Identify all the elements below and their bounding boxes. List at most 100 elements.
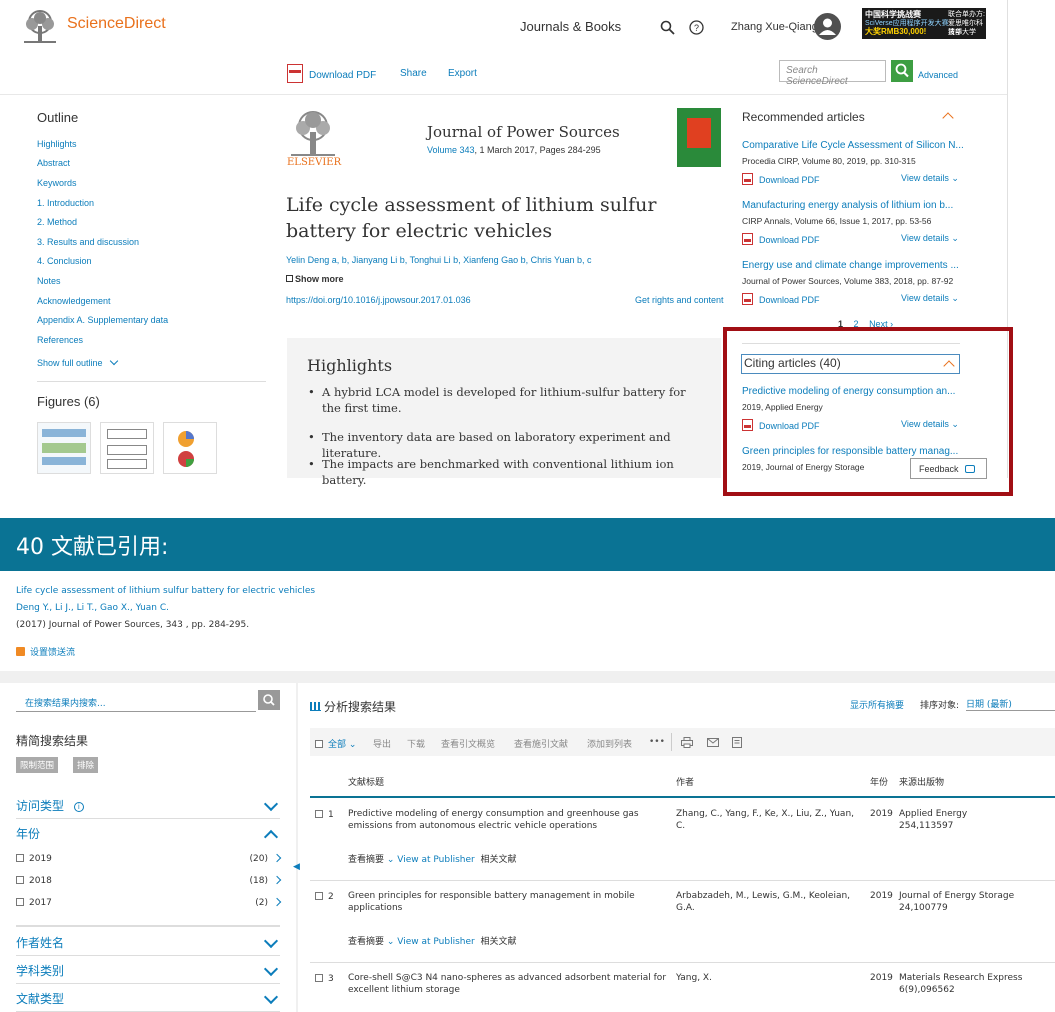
view-details-link[interactable]: View details ⌄ (901, 173, 959, 184)
view-at-publisher-link[interactable]: View at Publisher (397, 855, 474, 865)
set-feed-link[interactable]: 设置馈送流 (16, 645, 75, 658)
show-full-outline-button[interactable]: Show full outline (37, 356, 119, 368)
outline-item[interactable]: Keywords (37, 178, 77, 188)
year-filter-row[interactable]: 2019 (20) (16, 853, 282, 864)
user-name[interactable]: Zhang Xue-Qiang (731, 21, 818, 33)
search-within-input[interactable]: 在搜索结果内搜索... (16, 690, 256, 712)
view-at-publisher-link[interactable]: View at Publisher (397, 937, 474, 947)
result-title[interactable]: Green principles for responsible battery… (348, 890, 668, 914)
outline-item[interactable]: Highlights (37, 139, 77, 149)
chevron-up-icon[interactable] (942, 112, 954, 124)
figure-thumbnail[interactable] (163, 422, 217, 474)
email-icon[interactable] (707, 738, 719, 747)
table-row-checkbox[interactable]: 2 (315, 891, 334, 903)
table-row-checkbox[interactable]: 3 (315, 973, 334, 985)
recommended-article-link[interactable]: Energy use and climate change improvemen… (742, 260, 959, 271)
citing-article-link[interactable]: Predictive modeling of energy consumptio… (742, 386, 955, 397)
outline-item[interactable]: 1. Introduction (37, 198, 94, 208)
facet-year[interactable]: 年份 (16, 825, 280, 847)
download-action[interactable]: 下载 (407, 737, 425, 750)
result-title[interactable]: Core-shell S@C3 N4 nano-spheres as advan… (348, 972, 668, 996)
share-button[interactable]: Share (400, 68, 427, 79)
recommended-article-link[interactable]: Manufacturing energy analysis of lithium… (742, 200, 953, 211)
doi-link[interactable]: https://doi.org/10.1016/j.jpowsour.2017.… (286, 295, 471, 305)
outline-item[interactable]: Appendix A. Supplementary data (37, 315, 168, 325)
download-pdf-link[interactable]: Download PDF (742, 173, 820, 185)
outline-item[interactable]: 4. Conclusion (37, 256, 92, 266)
citing-article-link[interactable]: Green principles for responsible battery… (742, 446, 958, 457)
elsevier-tree-logo-icon[interactable] (20, 10, 60, 44)
select-all-checkbox[interactable]: 全部 ⌄ (315, 737, 356, 750)
more-actions-icon[interactable]: ••• (649, 737, 665, 747)
column-header-year[interactable]: 年份 (870, 775, 888, 788)
related-documents-link[interactable]: 相关文献 (480, 937, 516, 947)
download-pdf-link[interactable]: Download PDF (742, 293, 820, 305)
reference-title-link[interactable]: Life cycle assessment of lithium sulfur … (16, 586, 315, 596)
facet-subject-area[interactable]: 学科类别 (16, 961, 280, 984)
exclude-button[interactable]: 排除 (73, 757, 99, 773)
recommended-article-link[interactable]: Comparative Life Cycle Assessment of Sil… (742, 140, 964, 151)
outline-item[interactable]: Abstract (37, 158, 70, 168)
feedback-button[interactable]: Feedback (910, 458, 987, 479)
view-citing-action[interactable]: 查看施引文献 (514, 737, 568, 750)
year-filter-row[interactable]: 2017 (2) (16, 897, 282, 908)
download-pdf-link[interactable]: Download PDF (742, 233, 820, 245)
year-filter-row[interactable]: 2018 (18) (16, 875, 282, 886)
result-authors[interactable]: Zhang, C., Yang, F., Ke, X., Liu, Z., Yu… (676, 808, 866, 832)
checkbox[interactable] (16, 898, 24, 906)
export-action[interactable]: 导出 (373, 737, 391, 750)
checkbox[interactable] (315, 810, 323, 818)
journal-cover[interactable] (677, 108, 721, 167)
search-button[interactable] (891, 60, 913, 82)
limit-to-button[interactable]: 限制范围 (16, 757, 59, 773)
outline-item[interactable]: 2. Method (37, 217, 77, 227)
download-pdf-button[interactable]: Download PDF (287, 64, 376, 83)
checkbox[interactable] (315, 892, 323, 900)
advanced-search-link[interactable]: Advanced (918, 70, 958, 80)
facet-access-type[interactable]: 访问类型 i (16, 796, 280, 819)
chevron-right-icon[interactable] (272, 853, 282, 863)
checkbox[interactable] (315, 740, 323, 748)
facet-document-type[interactable]: 文献类型 (16, 989, 280, 1012)
avatar[interactable] (814, 13, 841, 40)
related-documents-link[interactable]: 相关文献 (480, 855, 516, 865)
collapse-panel-icon[interactable]: ◀ (293, 862, 303, 880)
search-input[interactable]: Search ScienceDirect (779, 60, 886, 87)
analyze-results-link[interactable]: 分析搜索结果 (310, 698, 396, 715)
outline-item[interactable]: Notes (37, 276, 61, 286)
column-header-title[interactable]: 文献标题 (348, 775, 384, 788)
figure-thumbnail[interactable] (37, 422, 91, 474)
column-header-source[interactable]: 来源出版物 (899, 775, 944, 788)
reference-authors[interactable]: Deng Y., Li J., Li T., Gao X., Yuan C. (16, 603, 169, 613)
author-list[interactable]: Yelin Deng a, b, Jianyang Li b, Tonghui … (286, 255, 592, 265)
sort-select[interactable]: 日期 (最新) (966, 697, 1055, 711)
bibliography-icon[interactable] (732, 737, 742, 748)
view-details-link[interactable]: View details ⌄ (901, 233, 959, 244)
brand-name[interactable]: ScienceDirect (67, 15, 166, 33)
search-within-button[interactable] (258, 690, 280, 710)
print-icon[interactable] (681, 737, 693, 748)
result-source[interactable]: Applied Energy 254,113597 (899, 808, 967, 832)
checkbox[interactable] (315, 974, 323, 982)
volume-link[interactable]: Volume 343 (427, 145, 475, 155)
view-abstract-link[interactable]: 查看摘要 (348, 937, 384, 947)
chevron-right-icon[interactable] (272, 875, 282, 885)
view-abstract-link[interactable]: 查看摘要 (348, 855, 384, 865)
facet-author-name[interactable]: 作者姓名 (16, 933, 280, 956)
result-source[interactable]: Materials Research Express 6(9),096562 (899, 972, 1022, 996)
checkbox[interactable] (16, 876, 24, 884)
show-more-button[interactable]: Show more (286, 274, 344, 284)
result-title[interactable]: Predictive modeling of energy consumptio… (348, 808, 668, 832)
search-icon[interactable] (660, 20, 675, 35)
citing-articles-toggle[interactable]: Citing articles (40) (741, 354, 960, 374)
ad-banner[interactable]: 中国科学挑战赛 SciVerse应用程序开发大赛 大奖RMB30,000! 联合… (862, 8, 986, 39)
show-all-abstracts-link[interactable]: 显示所有摘要 (850, 698, 904, 711)
journal-name[interactable]: Journal of Power Sources (427, 123, 620, 141)
export-button[interactable]: Export (448, 68, 477, 79)
table-row-checkbox[interactable]: 1 (315, 809, 334, 821)
result-authors[interactable]: Arbabzadeh, M., Lewis, G.M., Keoleian, G… (676, 890, 866, 914)
view-details-link[interactable]: View details ⌄ (901, 419, 959, 430)
outline-item[interactable]: Acknowledgement (37, 296, 111, 306)
checkbox[interactable] (16, 854, 24, 862)
journals-books-link[interactable]: Journals & Books (520, 19, 621, 34)
